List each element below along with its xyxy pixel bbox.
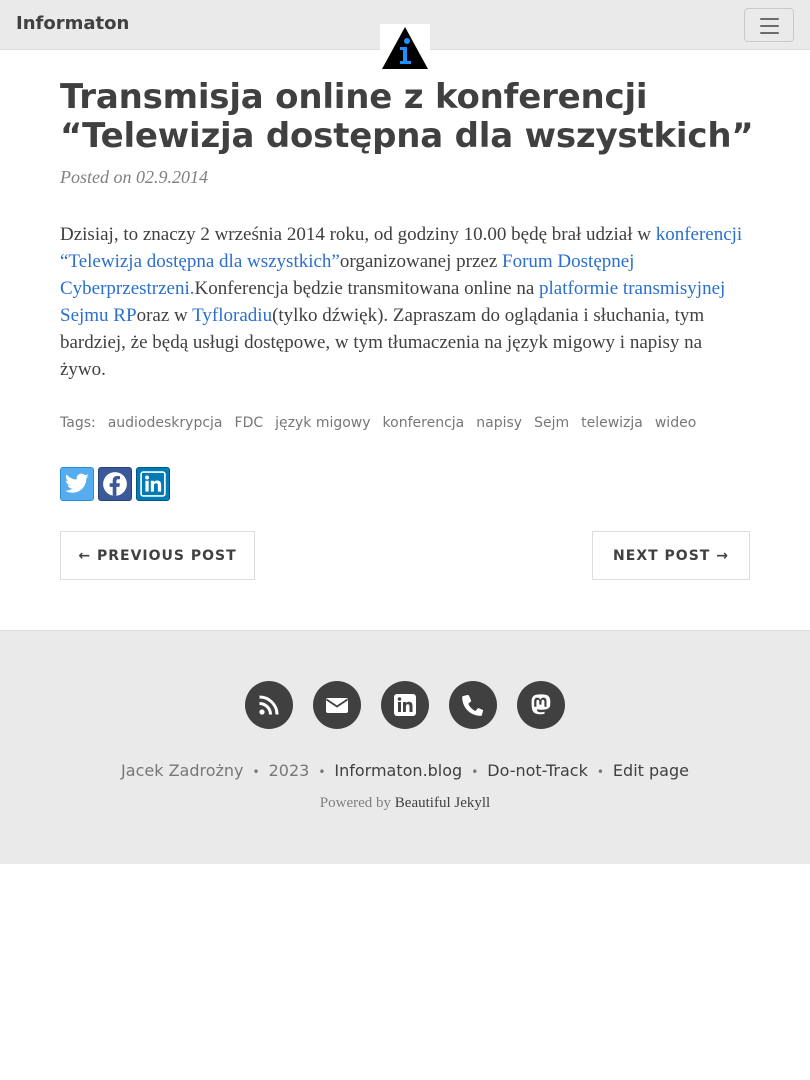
edit-page-link[interactable]: Edit page	[613, 761, 689, 780]
hamburger-bar	[760, 32, 779, 34]
tag-link[interactable]: Sejm	[534, 415, 569, 431]
separator: •	[596, 765, 604, 779]
tag-link[interactable]: telewizja	[581, 415, 643, 431]
tag-link[interactable]: napisy	[476, 415, 522, 431]
separator: •	[318, 765, 326, 779]
post-title: Transmisja online z konferencji “Telewiz…	[60, 78, 760, 156]
rss-link[interactable]	[245, 681, 293, 729]
envelope-icon	[326, 698, 348, 713]
footer-social-links	[0, 681, 810, 729]
linkedin-icon	[394, 694, 416, 716]
mastodon-link[interactable]	[517, 681, 565, 729]
tag-link[interactable]: audiodeskrypcja	[108, 415, 223, 431]
info-triangle-logo[interactable]	[380, 24, 430, 70]
hamburger-menu-button[interactable]	[744, 8, 794, 42]
powered-by-label: Powered by	[319, 795, 392, 811]
twitter-icon	[64, 473, 89, 493]
tag-link[interactable]: FDC	[235, 415, 264, 431]
body-text: Dzisiaj, to znaczy 2 września 2014 roku,…	[60, 224, 656, 245]
footer-copyright: Jacek Zadrożny • 2023 • Informaton.blog • Do-n…	[0, 761, 810, 780]
phone-link[interactable]	[449, 681, 497, 729]
separator: •	[252, 765, 260, 779]
email-link[interactable]	[313, 681, 361, 729]
share-linkedin-button[interactable]	[136, 467, 170, 501]
body-text: organizowanej przez	[339, 251, 502, 272]
body-text: Konferencja będzie transmitowana online …	[194, 278, 540, 299]
linkedin-link[interactable]	[381, 681, 429, 729]
beautiful-jekyll-link[interactable]: Beautiful Jekyll	[395, 795, 490, 811]
author-name: Jacek Zadrożny	[121, 761, 244, 780]
tags-row: Tags: audiodeskrypcja FDC język migowy konfe…	[60, 415, 696, 431]
navbar: Informaton	[0, 0, 810, 70]
share-twitter-button[interactable]	[60, 467, 94, 501]
tag-link[interactable]: wideo	[655, 415, 696, 431]
mastodon-icon	[531, 694, 551, 715]
tag-link[interactable]: konferencja	[383, 415, 465, 431]
site-brand[interactable]: Informaton	[16, 13, 129, 34]
facebook-icon	[103, 472, 127, 496]
post-meta: Posted on 02.9.2014	[60, 167, 208, 188]
copyright-year: 2023	[268, 761, 310, 780]
phone-icon	[462, 694, 484, 716]
separator: •	[471, 765, 479, 779]
post-title-line2: “Telewizja dostępna dla wszystkich”	[60, 116, 754, 156]
post-title-line1: Transmisja online z konferencji	[60, 77, 648, 117]
next-post-button[interactable]: NEXT POST →	[592, 531, 750, 580]
rss-icon	[259, 695, 279, 715]
tyfloradio-link[interactable]: Tyfloradiu	[192, 305, 272, 326]
post-date: 02.9.2014	[136, 167, 208, 187]
body-text: oraz w	[136, 305, 193, 326]
powered-by: Powered by Beautiful Jekyll	[0, 795, 810, 812]
hamburger-menu-icon	[760, 18, 779, 20]
post-body: Dzisiaj, to znaczy 2 września 2014 roku,…	[60, 221, 750, 383]
posted-on-label: Posted on	[60, 167, 132, 187]
hamburger-bar	[760, 25, 779, 27]
share-buttons	[60, 467, 174, 501]
tag-link[interactable]: język migowy	[275, 415, 370, 431]
do-not-track-link[interactable]: Do-not-Track	[487, 761, 588, 780]
linkedin-icon	[140, 471, 166, 497]
previous-post-button[interactable]: ← PREVIOUS POST	[60, 531, 255, 580]
tags-label: Tags:	[60, 415, 96, 431]
site-link[interactable]: Informaton.blog	[334, 761, 462, 780]
footer: Jacek Zadrożny • 2023 • Informaton.blog • Do-n…	[0, 630, 810, 864]
share-facebook-button[interactable]	[98, 467, 132, 501]
